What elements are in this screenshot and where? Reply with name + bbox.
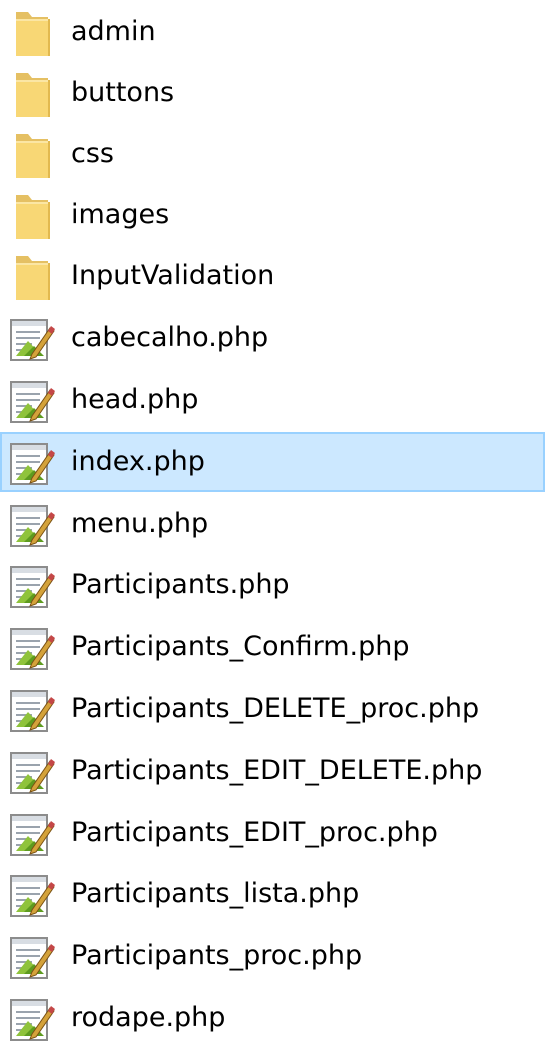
item-label: rodape.php <box>71 1002 226 1033</box>
php-file-icon <box>8 687 56 735</box>
item-label: admin <box>71 16 156 47</box>
item-label: index.php <box>71 446 205 477</box>
list-item-rodape-php[interactable]: rodape.php <box>0 988 545 1048</box>
item-label: menu.php <box>71 508 209 539</box>
folder-icon <box>8 71 56 119</box>
php-file-icon <box>8 934 56 982</box>
list-item-cabecalho-php[interactable]: cabecalho.php <box>0 308 545 368</box>
item-label: Participants_Confirm.php <box>71 631 410 662</box>
list-item-participants-confirm-php[interactable]: Participants_Confirm.php <box>0 617 545 677</box>
folder-icon <box>8 254 56 302</box>
list-item-admin[interactable]: admin <box>0 2 545 62</box>
list-item-css[interactable]: css <box>0 124 545 184</box>
item-label: css <box>71 138 114 169</box>
php-file-icon <box>8 316 56 364</box>
list-item-participants-edit-delete-php[interactable]: Participants_EDIT_DELETE.php <box>0 741 545 801</box>
php-file-icon <box>8 440 56 488</box>
item-label: Participants_EDIT_DELETE.php <box>71 755 483 786</box>
list-item-inputvalidation[interactable]: InputValidation <box>0 246 545 306</box>
list-item-participants-delete-proc-php[interactable]: Participants_DELETE_proc.php <box>0 679 545 739</box>
item-label: Participants_lista.php <box>71 878 360 909</box>
list-item-participants-php[interactable]: Participants.php <box>0 555 545 615</box>
list-item-index-php[interactable]: index.php <box>0 432 545 492</box>
item-label: head.php <box>71 384 199 415</box>
list-item-participants-proc-php[interactable]: Participants_proc.php <box>0 926 545 986</box>
item-label: images <box>71 199 170 230</box>
item-label: buttons <box>71 77 175 108</box>
php-file-icon <box>8 563 56 611</box>
php-file-icon <box>8 625 56 673</box>
list-item-images[interactable]: images <box>0 185 545 245</box>
php-file-icon <box>8 502 56 550</box>
item-label: Participants_proc.php <box>71 940 363 971</box>
php-file-icon <box>8 811 56 859</box>
item-label: Participants_EDIT_proc.php <box>71 817 438 848</box>
php-file-icon <box>8 996 56 1044</box>
item-label: Participants_DELETE_proc.php <box>71 693 480 724</box>
folder-icon <box>8 10 56 58</box>
folder-icon <box>8 132 56 180</box>
list-item-participants-lista-php[interactable]: Participants_lista.php <box>0 864 545 924</box>
php-file-icon <box>8 749 56 797</box>
php-file-icon <box>8 378 56 426</box>
file-list: admin buttons css images InputValidation… <box>0 0 545 1041</box>
php-file-icon <box>8 872 56 920</box>
folder-icon <box>8 193 56 241</box>
item-label: Participants.php <box>71 569 290 600</box>
item-label: InputValidation <box>71 260 275 291</box>
list-item-menu-php[interactable]: menu.php <box>0 494 545 554</box>
item-label: cabecalho.php <box>71 322 269 353</box>
list-item-participants-edit-proc-php[interactable]: Participants_EDIT_proc.php <box>0 803 545 863</box>
list-item-head-php[interactable]: head.php <box>0 370 545 430</box>
list-item-buttons[interactable]: buttons <box>0 63 545 123</box>
